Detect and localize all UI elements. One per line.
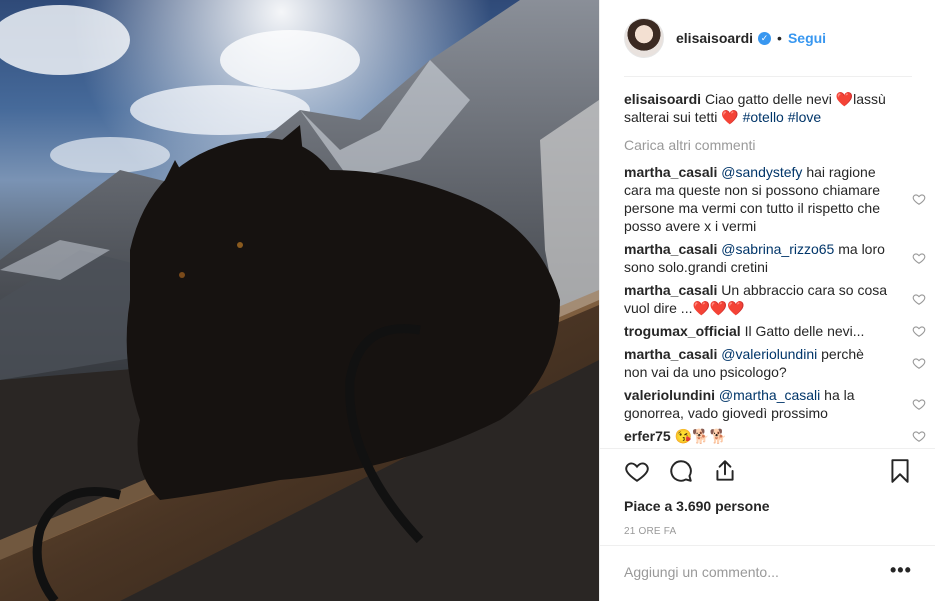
- actions-divider: [600, 448, 935, 449]
- comment-item: erfer75 😘🐕🐕: [624, 427, 926, 445]
- comment-item: valeriolundini @martha_casali ha la gono…: [624, 386, 926, 422]
- bookmark-icon[interactable]: [887, 458, 913, 484]
- comment-username[interactable]: erfer75: [624, 428, 671, 444]
- comment-like-icon[interactable]: [912, 356, 926, 370]
- comment-mention[interactable]: @martha_casali: [719, 387, 820, 403]
- comment-mention[interactable]: @valeriolundini: [721, 346, 817, 362]
- comment-bubble-icon[interactable]: [668, 458, 694, 484]
- comment-username[interactable]: martha_casali: [624, 282, 717, 298]
- add-comment-input[interactable]: Aggiungi un commento...: [624, 564, 779, 580]
- comment-like-icon[interactable]: [912, 251, 926, 265]
- avatar[interactable]: [624, 18, 664, 58]
- heart-outline-icon[interactable]: [624, 458, 650, 484]
- comment-like-icon[interactable]: [912, 429, 926, 443]
- comment-mention[interactable]: @sandystefy: [721, 164, 802, 180]
- instagram-post: elisaisoardi ✓ • Segui elisaisoardi Ciao…: [0, 0, 935, 601]
- share-icon[interactable]: [712, 458, 738, 484]
- comment-item: martha_casali Un abbraccio cara so cosa …: [624, 281, 926, 317]
- caption: elisaisoardi Ciao gatto delle nevi ❤️las…: [624, 90, 914, 126]
- post-header: elisaisoardi ✓ • Segui: [600, 0, 935, 76]
- comment-item: martha_casali @sandystefy hai ragione ca…: [624, 163, 926, 235]
- comment-mention[interactable]: @sabrina_rizzo65: [721, 241, 834, 257]
- comment-like-icon[interactable]: [912, 292, 926, 306]
- caption-hashtags[interactable]: #otello #love: [739, 109, 822, 125]
- comment-username[interactable]: martha_casali: [624, 164, 717, 180]
- comment-text: 😘🐕🐕: [674, 428, 727, 444]
- verified-badge-icon: ✓: [758, 31, 772, 45]
- comment-like-icon[interactable]: [912, 324, 926, 338]
- header-divider: [624, 76, 912, 77]
- likes-count[interactable]: Piace a 3.690 persone: [624, 498, 770, 514]
- post-photo[interactable]: [0, 0, 599, 601]
- post-side-panel: elisaisoardi ✓ • Segui elisaisoardi Ciao…: [599, 0, 935, 601]
- author-username[interactable]: elisaisoardi: [676, 30, 753, 46]
- follow-button[interactable]: Segui: [788, 30, 826, 46]
- comment-item: martha_casali @valeriolundini perchè non…: [624, 345, 926, 381]
- comment-username[interactable]: valeriolundini: [624, 387, 715, 403]
- header-separator: •: [777, 30, 782, 46]
- comment-username[interactable]: martha_casali: [624, 241, 717, 257]
- comment-username[interactable]: martha_casali: [624, 346, 717, 362]
- caption-username[interactable]: elisaisoardi: [624, 91, 701, 107]
- post-timestamp[interactable]: 21 ORE FA: [624, 526, 676, 537]
- comments-list: elisaisoardi Ciao gatto delle nevi ❤️las…: [624, 90, 926, 450]
- comment-like-icon[interactable]: [912, 192, 926, 206]
- comment-item: trogumax_official Il Gatto delle nevi...: [624, 322, 926, 340]
- comment-username[interactable]: trogumax_official: [624, 323, 741, 339]
- comment-text: Il Gatto delle nevi...: [744, 323, 865, 339]
- comment-input-divider: [600, 545, 935, 546]
- post-actions-bar: [624, 458, 914, 488]
- comment-item: martha_casali @sabrina_rizzo65 ma loro s…: [624, 240, 926, 276]
- cat-on-mountain-image: [0, 0, 599, 601]
- load-more-comments-button[interactable]: Carica altri commenti: [624, 136, 914, 154]
- more-options-icon[interactable]: •••: [890, 560, 912, 581]
- comment-like-icon[interactable]: [912, 397, 926, 411]
